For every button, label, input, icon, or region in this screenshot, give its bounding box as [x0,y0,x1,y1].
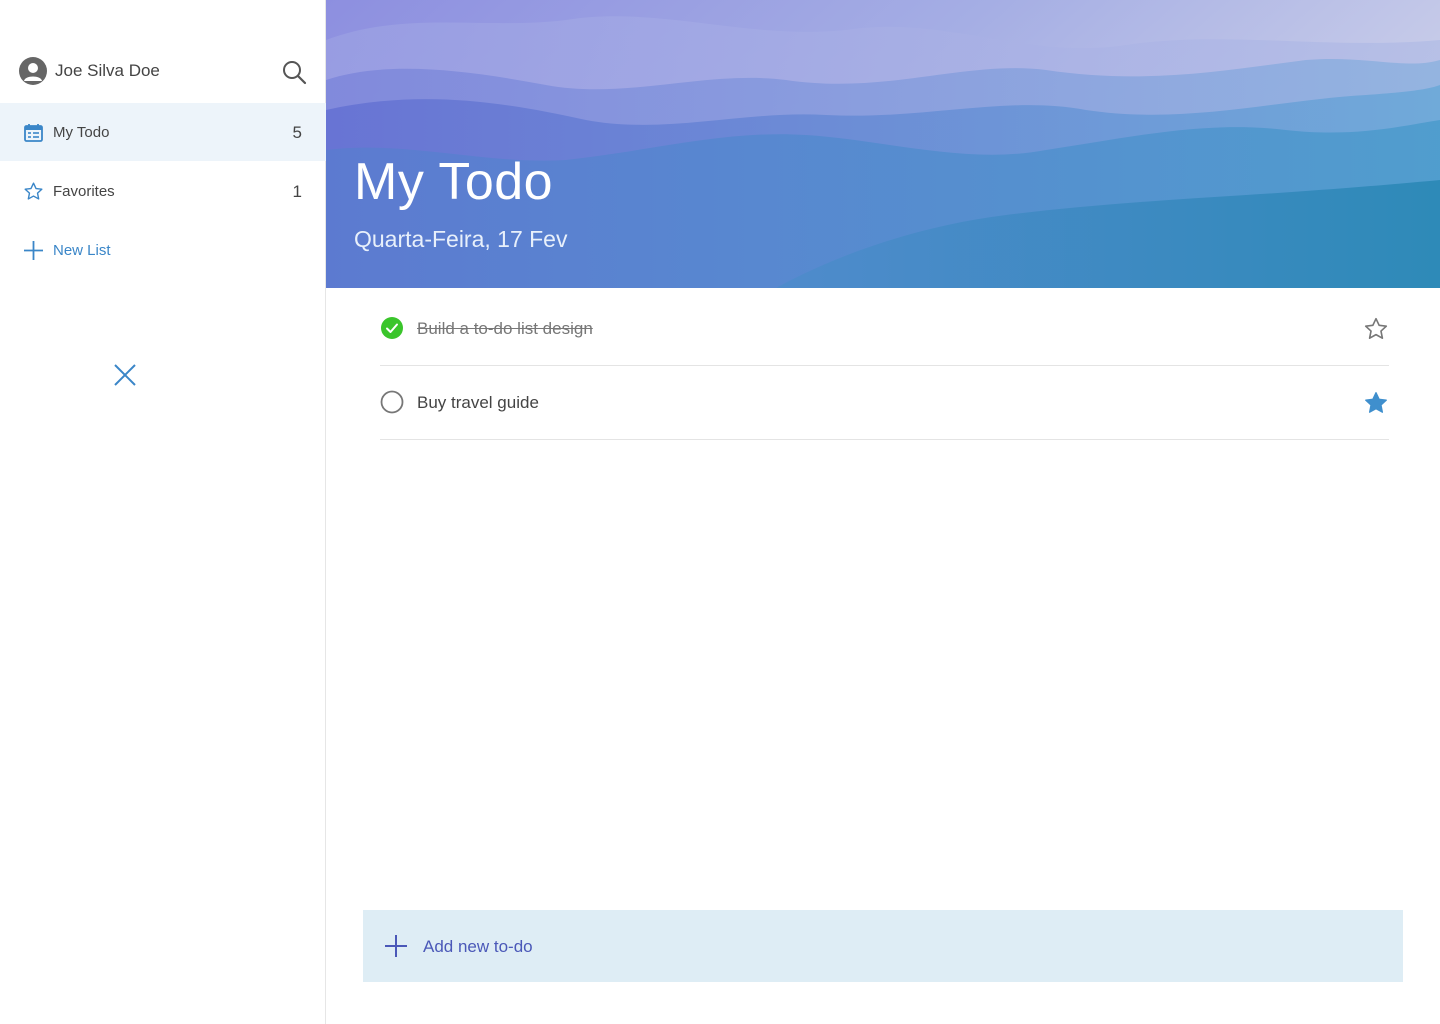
plus-icon [384,934,408,958]
page-date: Quarta-Feira, 17 Fev [354,226,568,252]
todo-item[interactable]: Buy travel guide [380,366,1389,440]
plus-icon [23,240,44,261]
header-banner: My Todo Quarta-Feira, 17 Fev [326,0,1440,288]
star-outline-icon [23,181,44,202]
sidebar-item-label: Favorites [53,183,115,200]
sidebar: Joe Silva Doe My Todo 5 Favorites 1 New … [0,0,326,1024]
todo-text: Buy travel guide [417,393,539,412]
sidebar-item-favorites[interactable]: Favorites 1 [0,162,326,220]
todo-text: Build a to-do list design [417,319,593,338]
search-icon[interactable] [280,58,308,86]
todo-item[interactable]: Build a to-do list design [380,292,1389,366]
user-avatar-icon[interactable] [19,57,47,85]
add-todo-label: Add new to-do [423,937,533,956]
new-list-label: New List [53,242,111,259]
add-todo-button[interactable]: Add new to-do [363,910,1403,982]
star-outline-icon[interactable] [1363,316,1389,342]
calendar-icon [23,122,44,143]
user-name: Joe Silva Doe [55,61,160,80]
sidebar-item-count: 1 [292,182,302,201]
todo-list: Build a to-do list design Buy travel gui… [380,292,1389,440]
user-row[interactable]: Joe Silva Doe [0,48,326,94]
circle-outline-icon[interactable] [380,390,404,414]
check-circle-filled-icon[interactable] [380,316,404,340]
sidebar-item-count: 5 [292,123,302,142]
sidebar-item-label: My Todo [53,124,110,141]
close-icon[interactable] [113,363,137,387]
page-title: My Todo [354,153,554,211]
sidebar-item-my-todo[interactable]: My Todo 5 [0,103,326,161]
new-list-button[interactable]: New List [0,221,326,279]
star-filled-icon[interactable] [1363,390,1389,416]
